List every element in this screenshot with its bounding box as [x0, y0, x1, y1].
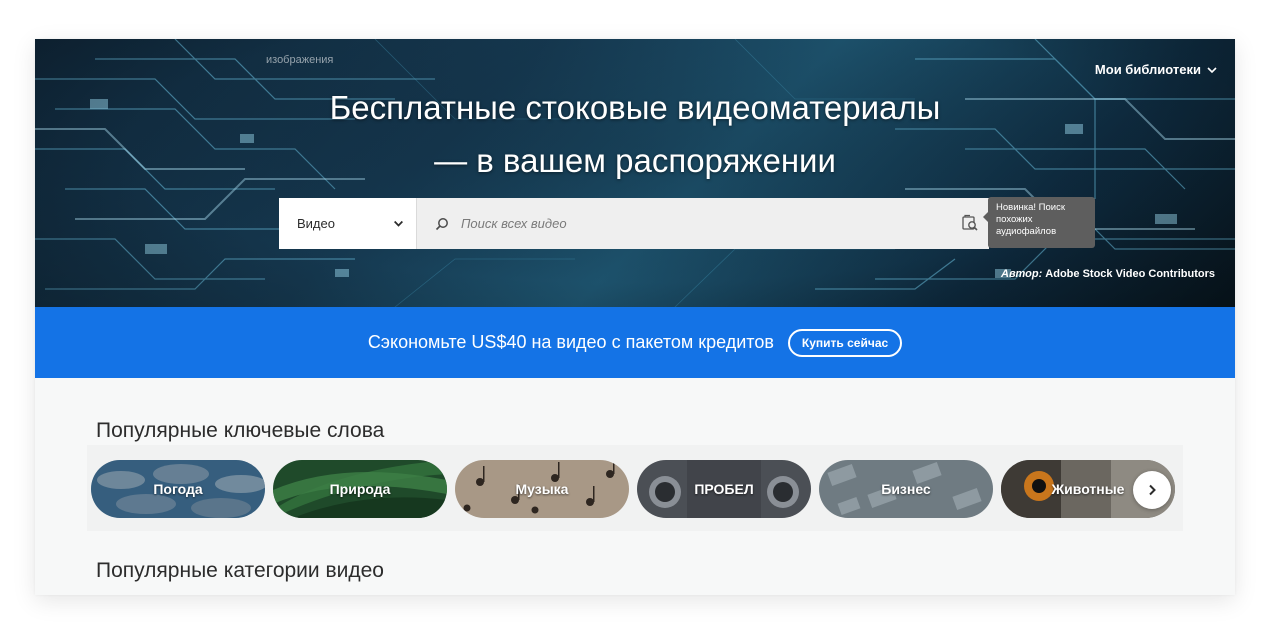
promo-banner: Сэкономьте US$40 на видео с пакетом кред…: [35, 307, 1235, 378]
keyword-label: Бизнес: [881, 481, 931, 497]
new-feature-tooltip: Новинка! Поиск похожих аудиофайлов: [983, 197, 1095, 248]
image-credit: Автор: Adobe Stock Video Contributors: [1001, 268, 1215, 280]
buy-now-button[interactable]: Купить сейчас: [787, 328, 903, 357]
search-input[interactable]: [459, 215, 943, 232]
author-label: Автор:: [1001, 268, 1043, 280]
keyword-label: Природа: [329, 481, 391, 497]
keyword-label: Музыка: [515, 481, 569, 497]
page-frame: изображения Мои библиотеки Бесплатные ст…: [35, 39, 1235, 595]
breadcrumb[interactable]: изображения: [266, 54, 333, 66]
chevron-right-icon: [1149, 484, 1156, 496]
search-field: [417, 198, 989, 249]
search-type-label: Видео: [297, 216, 335, 231]
hero-title: Бесплатные стоковые видеоматериалы — в в…: [329, 89, 941, 179]
chevron-down-icon: [1207, 66, 1217, 73]
keyword-pill-nature[interactable]: Природа: [273, 460, 447, 518]
keyword-label: Животные: [1051, 481, 1125, 497]
promo-text: Сэкономьте US$40 на видео с пакетом кред…: [367, 332, 774, 352]
keyword-pill-business[interactable]: Бизнес: [819, 460, 993, 518]
my-libraries-button[interactable]: Мои библиотеки: [1095, 62, 1217, 77]
keyword-label: Погода: [153, 481, 203, 497]
keyword-label: ПРОБЕЛ: [694, 481, 754, 497]
hero-banner: изображения Мои библиотеки Бесплатные ст…: [35, 39, 1235, 307]
visual-search-icon[interactable]: [961, 214, 979, 232]
search-bar: Видео: [279, 198, 989, 249]
carousel-next-button[interactable]: [1133, 471, 1171, 509]
keyword-pill-weather[interactable]: Погода: [91, 460, 265, 518]
categories-section-title: Популярные категории видео: [96, 559, 384, 582]
keywords-section-title: Популярные ключевые слова: [96, 419, 385, 442]
keyword-pill-space[interactable]: ПРОБЕЛ: [637, 460, 811, 518]
keywords-carousel: Погода Природа Музыка ПРОБЕЛ Бизнес Живо…: [87, 445, 1183, 531]
author-name[interactable]: Adobe Stock Video Contributors: [1045, 268, 1215, 280]
keyword-pill-music[interactable]: Музыка: [455, 460, 629, 518]
my-libraries-label: Мои библиотеки: [1094, 62, 1201, 77]
chevron-down-icon: [394, 220, 403, 227]
search-icon: [435, 217, 448, 230]
search-type-dropdown[interactable]: Видео: [279, 198, 417, 249]
